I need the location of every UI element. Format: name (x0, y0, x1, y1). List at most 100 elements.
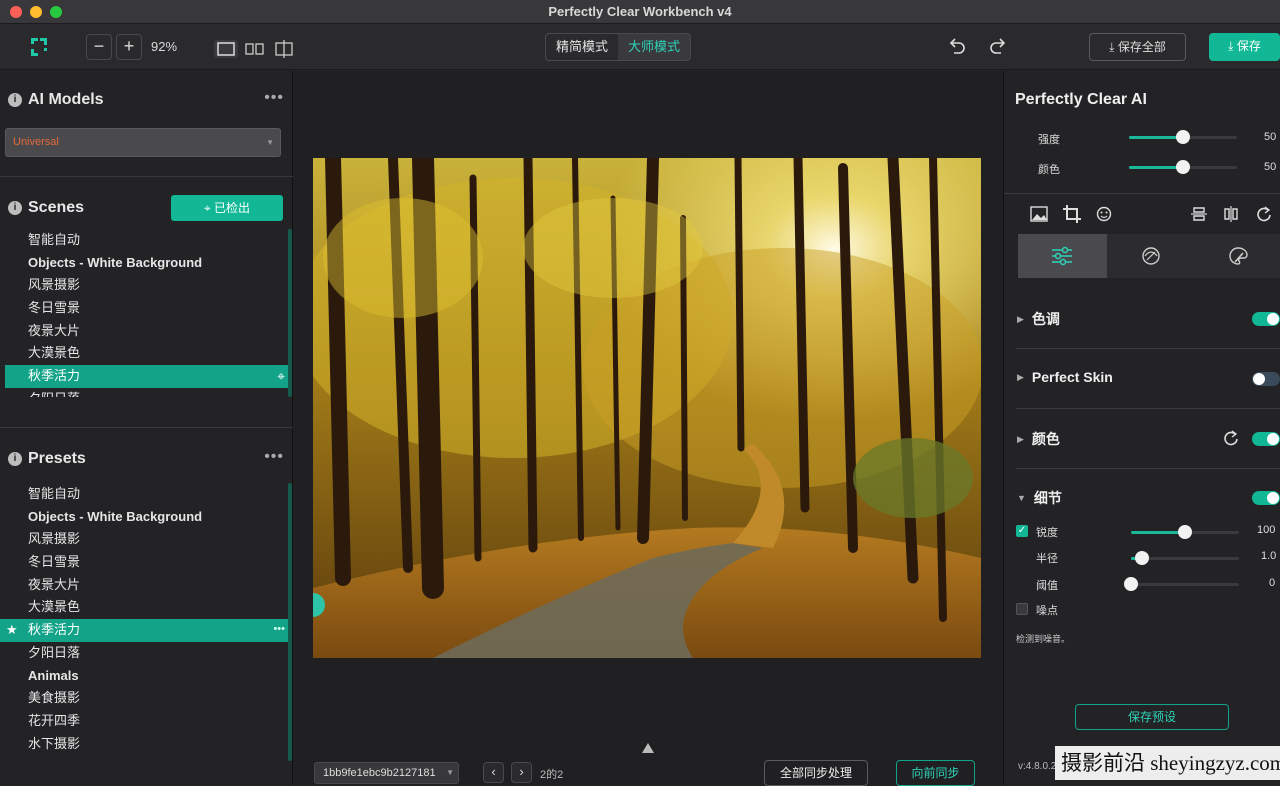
ai-model-select[interactable]: Universal ▼ (5, 128, 281, 157)
detail-toggle[interactable] (1252, 491, 1280, 505)
info-icon[interactable]: i (8, 452, 22, 466)
list-item[interactable]: 大漠景色 (0, 596, 289, 619)
threshold-slider[interactable] (1124, 577, 1239, 591)
info-icon[interactable]: i (8, 93, 22, 107)
list-item[interactable]: 大漠景色 (0, 342, 289, 365)
scrollbar[interactable] (288, 483, 292, 761)
list-item[interactable]: Objects - White Background (0, 252, 289, 275)
ai-model-value: Universal (13, 136, 59, 148)
flip-vertical-icon[interactable] (1191, 206, 1207, 227)
zoom-in-button[interactable]: + (116, 34, 142, 60)
strength-slider[interactable] (1129, 130, 1237, 144)
save-all-label: 保存全部 (1117, 40, 1166, 54)
expand-arrow-icon[interactable] (642, 743, 654, 753)
skin-title: Perfect Skin (1031, 369, 1113, 385)
prev-image-button[interactable]: ‹ (483, 762, 504, 783)
compare-view-icon[interactable] (272, 40, 296, 58)
tone-section-header[interactable]: ▶ 色调 (1017, 309, 1060, 329)
rotate-icon[interactable] (1256, 206, 1272, 227)
image-icon[interactable] (1030, 206, 1048, 227)
list-item-selected[interactable]: ★ 秋季活力 ••• (0, 619, 289, 642)
color-slider[interactable] (1129, 160, 1237, 174)
zoom-level: 92% (151, 39, 178, 54)
reset-icon[interactable] (1223, 430, 1239, 451)
slider-knob[interactable] (1134, 551, 1149, 565)
list-item[interactable]: 风景摄影 (0, 528, 289, 551)
list-item[interactable]: Animals (0, 665, 289, 688)
right-panel: Perfectly Clear AI 强度 50 颜色 50 ▶ 色调 ▶ Pe… (1003, 71, 1280, 785)
noise-checkbox[interactable] (1016, 603, 1028, 615)
minimize-window-icon[interactable] (30, 6, 42, 18)
skin-section-header[interactable]: ▶ Perfect Skin (1017, 369, 1113, 385)
list-item[interactable]: 风景摄影 (0, 274, 289, 297)
tab-adjustments[interactable] (1018, 234, 1107, 278)
info-icon[interactable]: i (8, 201, 22, 215)
zoom-out-button[interactable]: − (86, 34, 112, 60)
radius-slider[interactable] (1131, 551, 1239, 565)
list-item[interactable]: 夜景大片 (0, 320, 289, 343)
divider (1016, 408, 1280, 409)
list-item[interactable]: 水下摄影 (0, 733, 289, 756)
slider-knob[interactable] (1176, 130, 1190, 144)
scenes-title: Scenes (28, 199, 85, 216)
split-view-icon[interactable] (243, 40, 267, 58)
threshold-label: 阈值 (1036, 580, 1058, 592)
crop-icon[interactable] (1063, 205, 1081, 228)
redo-icon[interactable] (988, 37, 1008, 57)
scrollbar[interactable] (288, 229, 292, 397)
list-item[interactable]: 花开四季 (0, 710, 289, 733)
sharpness-label: 锐度 (1036, 527, 1058, 539)
sharpness-checkbox[interactable]: ✓ (1016, 525, 1028, 537)
flip-horizontal-icon[interactable] (1223, 206, 1239, 227)
photo-preview[interactable] (293, 147, 983, 658)
maximize-window-icon[interactable] (50, 6, 62, 18)
list-item-selected[interactable]: 秋季活力 ⌖ (5, 365, 289, 388)
simple-mode-tab[interactable]: 精简模式 (546, 34, 618, 60)
list-item[interactable]: 智能自动 (0, 483, 289, 506)
next-image-button[interactable]: › (511, 762, 532, 783)
star-icon: ★ (6, 622, 18, 638)
scenes-list: 智能自动 Objects - White Background 风景摄影 冬日雪… (0, 229, 289, 397)
master-mode-tab[interactable]: 大师模式 (618, 34, 691, 60)
detail-section-header[interactable]: ▼ 细节 (1017, 488, 1062, 508)
file-select[interactable]: 1bb9fe1ebc9b2127181 ▼ (314, 762, 459, 784)
list-item[interactable]: 智能自动 (0, 229, 289, 252)
more-icon[interactable]: ••• (273, 618, 285, 641)
list-item[interactable]: 夕阳日落 (0, 388, 289, 397)
list-item[interactable]: 夕阳日落 (0, 642, 289, 665)
tab-creative[interactable] (1194, 234, 1280, 278)
list-item[interactable]: Objects - White Background (0, 506, 289, 529)
save-button[interactable]: ⤓ 保存 (1209, 33, 1280, 61)
collapse-triangle-icon: ▼ (1017, 493, 1026, 503)
more-icon[interactable]: ••• (264, 448, 284, 466)
detected-label: 已检出 (214, 201, 251, 215)
slider-knob[interactable] (1124, 577, 1138, 591)
tone-toggle[interactable] (1252, 312, 1280, 326)
watermark: 摄影前沿 sheyingzyz.com (1055, 746, 1280, 780)
list-item[interactable]: 冬日雪景 (0, 297, 289, 320)
list-item[interactable]: 美食摄影 (0, 687, 289, 710)
sharpness-slider[interactable] (1131, 525, 1239, 539)
color-section-title: 颜色 (1031, 431, 1060, 447)
sync-forward-button[interactable]: 向前同步 (896, 760, 975, 786)
close-window-icon[interactable] (10, 6, 22, 18)
more-icon[interactable]: ••• (264, 89, 284, 107)
download-icon: ⤓ (1109, 40, 1118, 54)
single-view-icon[interactable] (214, 40, 238, 58)
slider-knob[interactable] (1178, 525, 1192, 539)
detected-button[interactable]: ⌖ 已检出 (171, 195, 283, 221)
list-item[interactable]: 夜景大片 (0, 574, 289, 597)
undo-icon[interactable] (947, 37, 967, 57)
color-toggle[interactable] (1252, 432, 1280, 446)
skin-toggle[interactable] (1252, 372, 1280, 386)
image-canvas: 1bb9fe1ebc9b2127181 ▼ ‹ › 2的2 全部同步处理 向前同… (293, 71, 1003, 786)
color-section-header[interactable]: ▶ 颜色 (1017, 429, 1060, 449)
slider-knob[interactable] (1176, 160, 1190, 174)
sync-all-button[interactable]: 全部同步处理 (764, 760, 868, 786)
save-preset-button[interactable]: 保存预设 (1075, 704, 1229, 730)
save-all-button[interactable]: ⤓ 保存全部 (1089, 33, 1186, 61)
dropdown-arrow-icon: ▼ (444, 763, 454, 783)
tab-ai-looks[interactable] (1107, 234, 1194, 278)
list-item[interactable]: 冬日雪景 (0, 551, 289, 574)
face-icon[interactable] (1096, 206, 1112, 227)
